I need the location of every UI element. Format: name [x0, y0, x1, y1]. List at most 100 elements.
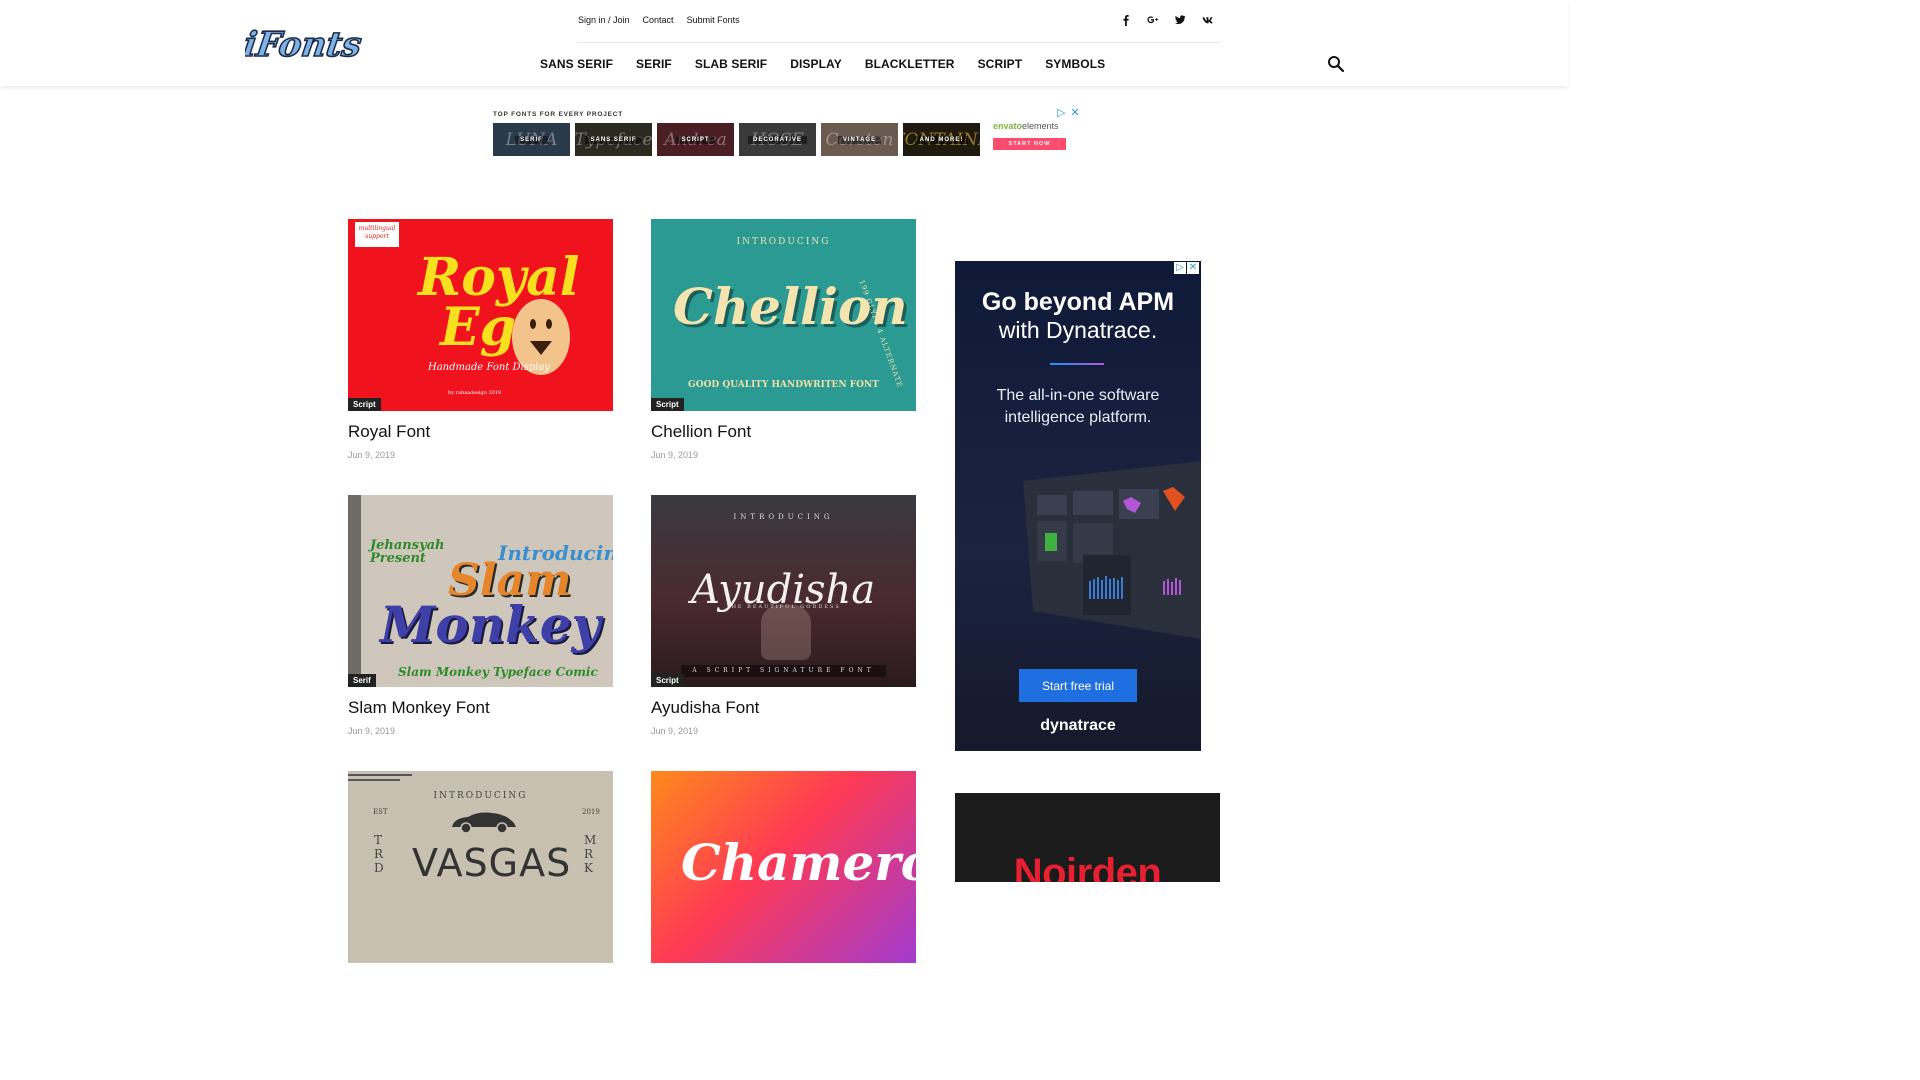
post-title[interactable]: Ayudisha Font: [651, 698, 916, 718]
post-thumbnail[interactable]: multilingual support Royal Egg Handmade …: [348, 219, 613, 411]
thumb-intro: INTRODUCING: [433, 791, 528, 801]
post-title[interactable]: Slam Monkey Font: [348, 698, 613, 718]
ad-tile-script[interactable]: Andrea SCRIPT: [657, 123, 734, 156]
thumb-title: Chameron: [681, 833, 916, 892]
thumb-tagline: Slam Monkey Typeface Comic: [398, 665, 598, 679]
thumb-credit: by rahaadesign 2019: [448, 390, 502, 396]
ad-tile-label: SERIF: [515, 135, 548, 144]
ad-tile-sans-serif[interactable]: Typeface SANS SERIF: [575, 123, 652, 156]
site-header: iFonts Sign in / Join Contact Submit Fon…: [0, 0, 1568, 86]
multilingual-badge: multilingual support: [355, 222, 399, 247]
post-date: Jun 9, 2019: [348, 450, 396, 460]
thumb-tagline: Handmade Font Display: [428, 362, 551, 373]
facebook-icon[interactable]: [1120, 14, 1132, 26]
dashboard-illustration: [1023, 461, 1201, 639]
post-thumbnail[interactable]: Jehansyah Present Introducing Slam Monke…: [348, 495, 613, 687]
post-card: INTRODUCING Ayudisha THE BEAUTIFUL GODDE…: [651, 495, 916, 736]
ad-choices: ▷ ✕: [1174, 262, 1199, 274]
category-badge[interactable]: Serif: [348, 674, 376, 687]
thumb-est: EST: [373, 808, 388, 816]
category-badge[interactable]: Script: [348, 398, 381, 411]
submit-fonts-link[interactable]: Submit Fonts: [687, 15, 740, 25]
post-card: INTRODUCING EST 2019 T R D M R K VASGAS: [348, 771, 613, 963]
post-thumbnail[interactable]: INTRODUCING Ayudisha THE BEAUTIFUL GODDE…: [651, 495, 916, 687]
post-title[interactable]: Chellion Font: [651, 422, 916, 442]
dynatrace-ad[interactable]: ▷ ✕ Go beyond APM with Dynatrace. The al…: [955, 261, 1201, 751]
thumb-year: 2019: [582, 808, 600, 816]
thumb-left-letters: T R D: [374, 833, 384, 875]
site-logo[interactable]: iFonts: [245, 22, 363, 68]
close-ad-icon[interactable]: ✕: [1187, 262, 1199, 274]
sign-in-join-link[interactable]: Sign in / Join: [578, 15, 630, 25]
ad-tile-label: DECORATIVE: [748, 135, 807, 144]
ad-tile-label: AND MORE!: [914, 135, 969, 144]
post-date: Jun 9, 2019: [348, 726, 396, 736]
ad-choices: ▷ ✕: [1057, 108, 1080, 119]
vk-icon[interactable]: [1201, 14, 1213, 26]
ad-tile-label: SCRIPT: [676, 135, 715, 144]
envato-logo: envatoelements: [993, 121, 1059, 131]
post-card: Jehansyah Present Introducing Slam Monke…: [348, 495, 613, 736]
post-thumbnail[interactable]: INTRODUCING EST 2019 T R D M R K VASGAS: [348, 771, 613, 963]
svg-text:iFonts: iFonts: [245, 25, 363, 65]
deco-line: [348, 774, 412, 776]
nav-display[interactable]: DISPLAY: [790, 57, 842, 71]
post-card: Chameron: [651, 771, 916, 963]
thumb-intro: INTRODUCING: [733, 513, 834, 521]
post-date: Jun 9, 2019: [651, 726, 699, 736]
thumb-tagline: GOOD QUALITY HANDWRITEN FONT: [688, 380, 879, 390]
google-plus-icon[interactable]: [1147, 14, 1159, 26]
twitter-icon[interactable]: [1174, 14, 1186, 26]
ad-headline-2: with Dynatrace.: [998, 317, 1158, 343]
nav-blackletter[interactable]: BLACKLETTER: [865, 57, 955, 71]
ad-tile-label: SANS SERIF: [585, 135, 642, 144]
nav-sans-serif[interactable]: SANS SERIF: [540, 57, 613, 71]
category-badge[interactable]: Script: [651, 398, 684, 411]
start-free-trial-button[interactable]: Start free trial: [1019, 669, 1137, 702]
contact-link[interactable]: Contact: [643, 15, 674, 25]
dynatrace-logo: dynatrace: [1040, 717, 1116, 734]
thumb-title-2: Monkey: [380, 595, 601, 654]
adchoices-icon[interactable]: ▷: [1057, 108, 1065, 119]
ad-headline: TOP FONTS FOR EVERY PROJECT: [493, 111, 624, 118]
jar-illustration: [761, 605, 811, 660]
ad-tiles: LUNA SERIF Typeface SANS SERIF Andrea SCRIP…: [493, 123, 980, 156]
ad-tile-vintage[interactable]: Corsten VINTAGE: [821, 123, 898, 156]
ad-headline: Go beyond APM: [981, 288, 1175, 316]
noirden-ad[interactable]: Noirden: [955, 793, 1220, 882]
header-divider: [578, 42, 1220, 43]
nav-symbols[interactable]: SYMBOLS: [1045, 57, 1105, 71]
top-links: Sign in / Join Contact Submit Fonts: [578, 15, 740, 25]
post-thumbnail[interactable]: Chameron: [651, 771, 916, 963]
ad-tile-and-more[interactable]: FONTAINEAND MORE!: [903, 123, 980, 156]
nav-serif[interactable]: SERIF: [636, 57, 672, 71]
car-illustration: [452, 812, 516, 834]
thumb-intro: INTRODUCING: [736, 237, 831, 247]
book-spine: [348, 495, 361, 687]
thumb-subtitle: A SCRIPT SIGNATURE FONT: [681, 665, 886, 677]
deco-line: [348, 779, 400, 781]
social-links: [1120, 14, 1213, 26]
ad-subtext: The all-in-one software intelligence pla…: [996, 387, 1160, 426]
post-title[interactable]: Royal Font: [348, 422, 613, 442]
thumb-corner-text: Jehansyah Present: [370, 538, 445, 566]
ad-divider: [1050, 363, 1104, 365]
ad-tile-decorative[interactable]: HOSE DECORATIVE: [739, 123, 816, 156]
post-thumbnail[interactable]: INTRODUCING Chellion 199 GLYPS 4 ALTERNA…: [651, 219, 916, 411]
adchoices-icon[interactable]: ▷: [1174, 262, 1186, 274]
thumb-tagline: THE BEAUTIFUL GODDESS: [726, 604, 841, 610]
main-nav: SANS SERIF SERIF SLAB SERIF DISPLAY BLAC…: [540, 57, 1128, 71]
close-ad-icon[interactable]: ✕: [1070, 108, 1079, 119]
search-icon[interactable]: [1327, 55, 1345, 73]
post-card: INTRODUCING Chellion 199 GLYPS 4 ALTERNA…: [651, 219, 916, 460]
noirden-wordmark: Noirden: [1013, 851, 1162, 882]
nav-script[interactable]: SCRIPT: [978, 57, 1023, 71]
nav-slab-serif[interactable]: SLAB SERIF: [695, 57, 767, 71]
start-now-button[interactable]: START NOW: [993, 138, 1066, 150]
thumb-title: VASGAS: [412, 841, 572, 885]
post-date: Jun 9, 2019: [651, 450, 699, 460]
ad-tile-serif[interactable]: LUNA SERIF: [493, 123, 570, 156]
category-badge[interactable]: Script: [651, 674, 684, 687]
envato-ad-banner[interactable]: TOP FONTS FOR EVERY PROJECT LUNA SERIF Ty…: [491, 106, 1081, 158]
thumb-right-letters: M R K: [584, 833, 597, 875]
